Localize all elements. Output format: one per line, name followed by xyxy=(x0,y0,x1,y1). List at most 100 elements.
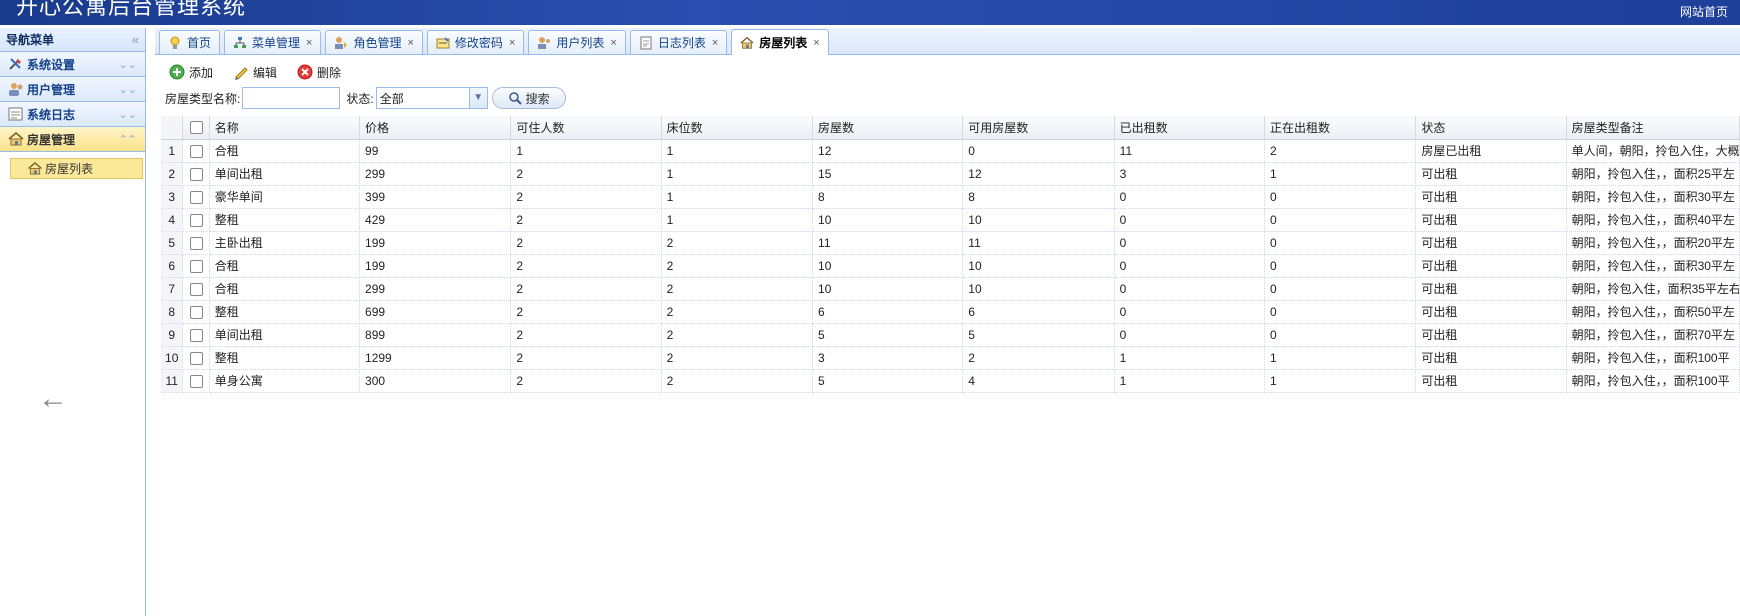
close-icon[interactable]: × xyxy=(610,37,616,49)
delete-icon xyxy=(297,64,313,80)
select-all-checkbox[interactable] xyxy=(189,121,203,135)
back-arrow-icon[interactable]: ← xyxy=(38,382,68,416)
table-cell: 2 xyxy=(661,254,814,278)
tab-strip: 首页 菜单管理 × 角色管理 × 修改密码 × 用户列表 × 日志列表 × 房屋… xyxy=(155,28,1740,55)
row-checkbox[interactable] xyxy=(189,190,203,204)
table-cell: 15 xyxy=(812,162,964,186)
row-checkbox-cell[interactable] xyxy=(182,208,210,232)
table-row[interactable]: 7 合租 299 2 2 10 10 0 0 可出租 朝阳，拎包入住，面积35平左右 xyxy=(161,277,1740,301)
row-checkbox[interactable] xyxy=(189,259,203,273)
row-checkbox[interactable] xyxy=(189,167,203,181)
column-header[interactable]: 已出租数 xyxy=(1114,116,1265,140)
sidebar-item-house-list[interactable]: 房屋列表 xyxy=(10,158,143,179)
table-row[interactable]: 2 单间出租 299 2 1 15 12 3 1 可出租 朝阳，拎包入住，，面积25平左 xyxy=(161,162,1740,186)
table-row[interactable]: 10 整租 1299 2 2 3 2 1 1 可出租 朝阳，拎包入住，，面积100平 xyxy=(161,346,1740,370)
column-header[interactable]: 名称 xyxy=(209,116,361,140)
tab-change-password[interactable]: 修改密码 × xyxy=(426,30,525,54)
table-cell: 299 xyxy=(359,162,512,186)
row-checkbox-cell[interactable] xyxy=(182,162,210,186)
row-checkbox[interactable] xyxy=(189,236,203,250)
tab-log-list[interactable]: 日志列表 × xyxy=(629,30,728,54)
row-checkbox-cell[interactable] xyxy=(182,231,210,255)
row-checkbox-cell[interactable] xyxy=(182,323,210,347)
toolbar: 添加 编辑 删除 xyxy=(155,59,1740,85)
row-checkbox[interactable] xyxy=(189,328,203,342)
sidebar-panel-user-management[interactable]: 用户管理 ⌄⌄ xyxy=(0,77,145,102)
column-header[interactable]: 房屋类型备注 xyxy=(1566,116,1740,140)
table-cell: 2 xyxy=(510,254,662,278)
column-header[interactable]: 状态 xyxy=(1415,116,1567,140)
edit-label: 编辑 xyxy=(253,65,278,80)
sidebar-panel-system-settings[interactable]: 系统设置 ⌄⌄ xyxy=(0,52,145,77)
table-cell: 5 xyxy=(962,323,1115,347)
row-checkbox[interactable] xyxy=(189,213,203,227)
row-checkbox-cell[interactable] xyxy=(182,369,210,393)
row-checkbox-cell[interactable] xyxy=(182,139,210,163)
table-row[interactable]: 4 整租 429 2 1 10 10 0 0 可出租 朝阳，拎包入住，，面积40平左 xyxy=(161,208,1740,232)
column-header[interactable]: 价格 xyxy=(359,116,512,140)
close-icon[interactable]: × xyxy=(407,37,413,49)
status-select[interactable]: 全部 ▼ xyxy=(375,87,488,109)
table-row[interactable]: 8 整租 699 2 2 6 6 0 0 可出租 朝阳，拎包入住，，面积50平左 xyxy=(161,300,1740,324)
table-cell: 2 xyxy=(661,346,814,370)
close-icon[interactable]: × xyxy=(813,37,819,49)
row-checkbox[interactable] xyxy=(189,305,203,319)
column-header[interactable]: 可住人数 xyxy=(510,116,662,140)
table-cell: 2 xyxy=(510,208,662,232)
table-cell: 可出租 xyxy=(1415,185,1567,209)
column-header[interactable]: 可用房屋数 xyxy=(962,116,1115,140)
tab-label: 用户列表 xyxy=(556,36,605,50)
table-cell: 1 xyxy=(661,162,814,186)
tab-house-list[interactable]: 房屋列表 × xyxy=(731,29,829,55)
tab-role-management[interactable]: 角色管理 × xyxy=(325,30,423,54)
delete-button[interactable]: 删除 xyxy=(297,64,341,81)
close-icon[interactable]: × xyxy=(306,37,312,49)
add-button[interactable]: 添加 xyxy=(169,64,213,81)
table-cell: 2 xyxy=(510,162,662,186)
table-row[interactable]: 11 单身公寓 300 2 2 5 4 1 1 可出租 朝阳，拎包入住，，面积100平 xyxy=(161,369,1740,393)
column-header[interactable]: 床位数 xyxy=(661,116,814,140)
row-checkbox[interactable] xyxy=(189,374,203,388)
house-type-name-input[interactable] xyxy=(242,87,341,109)
site-home-link[interactable]: 网站首页 xyxy=(1680,3,1728,20)
table-cell: 单人间，朝阳，拎包入住，大概 xyxy=(1566,139,1740,163)
row-checkbox-cell[interactable] xyxy=(182,185,210,209)
row-checkbox-cell[interactable] xyxy=(182,346,210,370)
status-label: 状态: xyxy=(346,91,374,106)
table-cell: 2 xyxy=(510,231,662,255)
close-icon[interactable]: × xyxy=(509,37,515,49)
table-cell: 0 xyxy=(1114,254,1265,278)
row-checkbox-cell[interactable] xyxy=(182,300,210,324)
edit-button[interactable]: 编辑 xyxy=(233,64,277,81)
chevron-up-icon: ⌃⌃ xyxy=(118,133,137,146)
table-row[interactable]: 5 主卧出租 199 2 2 11 11 0 0 可出租 朝阳，拎包入住，，面积20平左 xyxy=(161,231,1740,255)
tab-menu-management[interactable]: 菜单管理 × xyxy=(224,30,322,54)
close-icon[interactable]: × xyxy=(712,37,718,49)
sidebar: 导航菜单 « 系统设置 ⌄⌄ 用户管理 ⌄⌄ 系统日志 ⌄⌄ 房屋管理 ⌃⌃ 房… xyxy=(0,28,146,616)
row-checkbox[interactable] xyxy=(189,282,203,296)
row-checkbox[interactable] xyxy=(189,144,203,158)
table-cell: 199 xyxy=(359,254,512,278)
collapse-sidebar-icon[interactable]: « xyxy=(132,32,139,47)
users-icon xyxy=(537,36,551,50)
select-all-checkbox-cell[interactable] xyxy=(182,116,210,140)
row-checkbox[interactable] xyxy=(189,351,203,365)
table-row[interactable]: 3 豪华单间 399 2 1 8 8 0 0 可出租 朝阳，拎包入住，，面积30平左 xyxy=(161,185,1740,209)
row-checkbox-cell[interactable] xyxy=(182,277,210,301)
table-cell: 合租 xyxy=(209,277,361,301)
column-header[interactable]: 正在出租数 xyxy=(1264,116,1417,140)
table-cell: 可出租 xyxy=(1415,231,1567,255)
row-checkbox-cell[interactable] xyxy=(182,254,210,278)
search-button[interactable]: 搜索 xyxy=(491,87,566,109)
column-header[interactable]: 房屋数 xyxy=(812,116,964,140)
table-row[interactable]: 9 单间出租 899 2 2 5 5 0 0 可出租 朝阳，拎包入住，，面积70平左 xyxy=(161,323,1740,347)
tab-user-list[interactable]: 用户列表 × xyxy=(528,30,626,54)
table-cell: 2 xyxy=(510,369,662,393)
sidebar-panel-house-management[interactable]: 房屋管理 ⌃⌃ xyxy=(0,127,145,152)
document-icon xyxy=(639,36,653,50)
tab-home[interactable]: 首页 xyxy=(159,30,221,54)
sidebar-panel-system-log[interactable]: 系统日志 ⌄⌄ xyxy=(0,102,145,127)
chevron-down-icon[interactable]: ▼ xyxy=(468,88,487,108)
table-row[interactable]: 1 合租 99 1 1 12 0 11 2 房屋已出租 单人间，朝阳，拎包入住，大概 xyxy=(161,139,1740,163)
table-row[interactable]: 6 合租 199 2 2 10 10 0 0 可出租 朝阳，拎包入住，，面积30平左 xyxy=(161,254,1740,278)
